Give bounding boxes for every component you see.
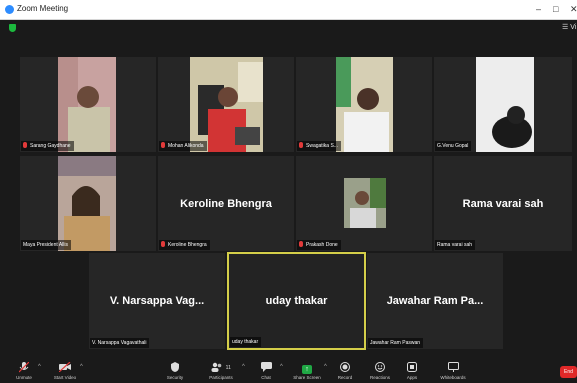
camera-off-icon bbox=[50, 361, 80, 374]
participant-tile[interactable]: Maya President Allis bbox=[20, 156, 156, 251]
participant-tile[interactable]: V. Narsappa Vag... V. Narsappa Vagavatha… bbox=[89, 253, 225, 349]
participant-video bbox=[336, 57, 393, 152]
participants-count: 11 bbox=[225, 365, 231, 371]
whiteboards-label: Whiteboards bbox=[440, 375, 466, 380]
whiteboard-icon bbox=[436, 362, 470, 374]
share-screen-button[interactable]: ↑ Share Screen bbox=[290, 362, 324, 380]
window-titlebar: Zoom Meeting – □ ✕ bbox=[0, 0, 577, 20]
participant-big-name: uday thakar bbox=[265, 295, 328, 307]
participant-video bbox=[190, 57, 263, 152]
close-button[interactable]: ✕ bbox=[570, 3, 577, 15]
participant-video bbox=[58, 57, 116, 152]
record-label: Record bbox=[337, 375, 353, 380]
end-meeting-button[interactable]: End bbox=[560, 366, 577, 378]
participant-name: Prakash Done bbox=[297, 240, 341, 250]
apps-icon bbox=[402, 362, 422, 374]
participant-name: Sarang Gaydhane bbox=[21, 141, 74, 151]
chat-bubble-icon bbox=[256, 362, 276, 374]
security-button[interactable]: Security bbox=[162, 362, 188, 380]
start-video-label: Start Video bbox=[53, 375, 77, 380]
mic-muted-icon bbox=[299, 142, 303, 148]
participant-big-name: Keroline Bhengra bbox=[180, 197, 272, 210]
whiteboards-button[interactable]: Whiteboards bbox=[436, 362, 470, 380]
unmute-label: Unmute bbox=[16, 375, 32, 380]
share-screen-label: Share Screen bbox=[293, 375, 321, 380]
share-screen-icon: ↑ bbox=[290, 362, 324, 374]
chat-options-chevron-icon[interactable]: ^ bbox=[280, 364, 283, 370]
participants-options-chevron-icon[interactable]: ^ bbox=[242, 364, 245, 370]
participant-tile[interactable]: Mohan Alikonda bbox=[158, 57, 294, 152]
participants-button[interactable]: 11 Participants bbox=[204, 362, 238, 380]
participant-video bbox=[58, 156, 116, 251]
participant-tile[interactable]: Prakash Done bbox=[296, 156, 432, 251]
mic-muted-icon bbox=[161, 241, 165, 247]
window-title: Zoom Meeting bbox=[17, 4, 69, 13]
chat-button[interactable]: Chat bbox=[256, 362, 276, 380]
meeting-topbar: ☰ Vi bbox=[0, 20, 577, 36]
participant-name: Swagatika S... bbox=[297, 141, 341, 151]
minimize-button[interactable]: – bbox=[536, 3, 541, 15]
record-icon bbox=[334, 362, 356, 374]
view-button[interactable]: ☰ Vi bbox=[562, 23, 576, 31]
start-video-button[interactable]: Start Video bbox=[50, 361, 80, 380]
participant-name: G.Venu Gopal bbox=[435, 141, 472, 151]
video-options-chevron-icon[interactable]: ^ bbox=[80, 364, 83, 370]
participants-label: Participants bbox=[209, 375, 233, 380]
unmute-button[interactable]: Unmute bbox=[10, 361, 38, 380]
participant-tile[interactable]: G.Venu Gopal bbox=[434, 57, 572, 152]
participant-name: Rama varai sah bbox=[435, 240, 476, 250]
share-options-chevron-icon[interactable]: ^ bbox=[324, 364, 327, 370]
participant-big-name: Jawahar Ram Pa... bbox=[386, 295, 484, 307]
participant-tile[interactable]: Rama varai sah Rama varai sah bbox=[434, 156, 572, 251]
mic-muted-icon bbox=[161, 142, 165, 148]
security-label: Security bbox=[166, 375, 184, 380]
participants-icon: 11 bbox=[204, 362, 238, 374]
record-button[interactable]: Record bbox=[334, 362, 356, 380]
chat-label: Chat bbox=[261, 375, 271, 380]
participant-video bbox=[476, 57, 534, 152]
participant-big-name: Rama varai sah bbox=[462, 197, 544, 210]
security-shield-icon[interactable] bbox=[9, 24, 16, 32]
reactions-button[interactable]: Reactions bbox=[366, 362, 394, 380]
apps-label: Apps bbox=[406, 375, 418, 380]
participant-tile[interactable]: Swagatika S... bbox=[296, 57, 432, 152]
shield-icon bbox=[162, 362, 188, 374]
participant-tile-active-speaker[interactable]: uday thakar uday thakar bbox=[227, 252, 366, 350]
participant-video bbox=[344, 178, 386, 228]
audio-options-chevron-icon[interactable]: ^ bbox=[38, 364, 41, 370]
zoom-app-icon bbox=[5, 5, 14, 14]
mic-muted-icon bbox=[23, 142, 27, 148]
participant-name: Keroline Bhengra bbox=[159, 240, 210, 250]
participant-name: Jawahar Ram Paswan bbox=[368, 338, 424, 348]
meeting-toolbar: Unmute ^ Start Video ^ Security 11 Parti… bbox=[0, 360, 577, 383]
participant-tile[interactable]: Sarang Gaydhane bbox=[20, 57, 156, 152]
reactions-label: Reactions bbox=[369, 375, 390, 380]
maximize-button[interactable]: □ bbox=[553, 3, 558, 15]
participant-name: Mohan Alikonda bbox=[159, 141, 207, 151]
participant-name: V. Narsappa Vagavathali bbox=[90, 338, 150, 348]
participant-name: uday thakar bbox=[230, 337, 262, 347]
microphone-muted-icon bbox=[10, 361, 38, 374]
apps-button[interactable]: Apps bbox=[402, 362, 422, 380]
mic-muted-icon bbox=[299, 241, 303, 247]
participant-big-name: V. Narsappa Vag... bbox=[109, 295, 205, 307]
reactions-icon bbox=[366, 362, 394, 374]
participant-tile[interactable]: Keroline Bhengra Keroline Bhengra bbox=[158, 156, 294, 251]
participant-tile[interactable]: Jawahar Ram Pa... Jawahar Ram Paswan bbox=[367, 253, 503, 349]
participant-name: Maya President Allis bbox=[21, 240, 72, 250]
